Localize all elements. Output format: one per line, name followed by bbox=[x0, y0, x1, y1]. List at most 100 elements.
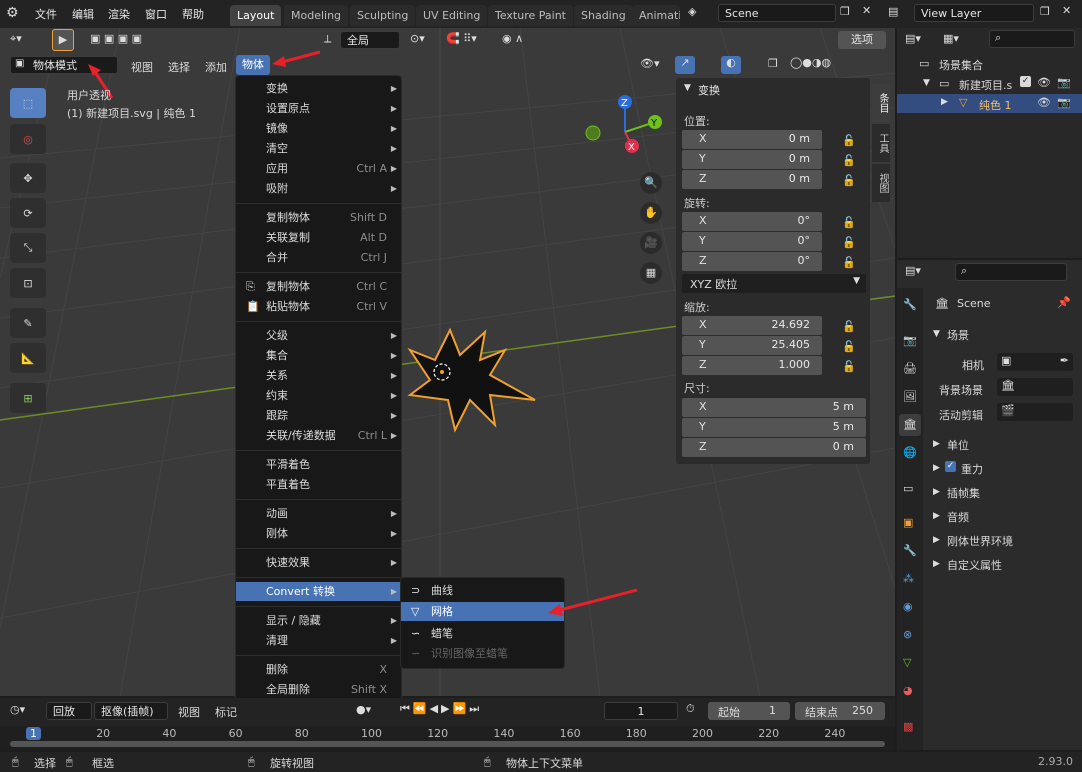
view-layer-icon[interactable]: ▤ bbox=[888, 5, 898, 18]
expand-right-icon[interactable]: ▶ bbox=[933, 535, 940, 545]
tab-sculpting[interactable]: Sculpting bbox=[350, 5, 416, 26]
scene-section-title[interactable]: 场景 bbox=[947, 327, 969, 343]
transform-tool[interactable]: ⊡ bbox=[10, 268, 46, 298]
panel-custom-properties[interactable]: 自定义属性 bbox=[947, 557, 1002, 573]
object-menu-item[interactable]: 集合 ▶ bbox=[236, 346, 401, 365]
visibility-icon[interactable]: 👁▾ bbox=[640, 57, 660, 70]
rotation-z-field[interactable]: Z 0° bbox=[682, 252, 822, 271]
expand-right-icon[interactable]: ▶ bbox=[933, 559, 940, 569]
outliner-editor-icon[interactable]: ▤▾ bbox=[905, 32, 921, 45]
tab-modeling[interactable]: Modeling bbox=[284, 5, 349, 26]
tab-view[interactable]: 视图 bbox=[872, 164, 890, 202]
pan-hand-icon[interactable]: ✋ bbox=[640, 202, 662, 224]
delete-view-layer-icon[interactable]: ✕ bbox=[1062, 4, 1071, 17]
xray-icon[interactable]: ❐ bbox=[768, 57, 778, 70]
menu-select[interactable]: 选择 bbox=[168, 59, 190, 75]
keying-dropdown[interactable]: 抠像(插帧) bbox=[94, 702, 168, 720]
rotation-y-field[interactable]: Y 0° bbox=[682, 232, 822, 251]
timeline-ruler[interactable]: 1 20 40 60 80 100 120 140 160 180 200 220 240 bbox=[0, 726, 895, 750]
modifier-tab-icon[interactable]: 🔧 bbox=[903, 544, 917, 557]
physics-tab-icon[interactable]: ◉ bbox=[903, 600, 913, 613]
new-view-layer-icon[interactable]: ❐ bbox=[1040, 5, 1050, 18]
expand-right-icon[interactable]: ▶ bbox=[941, 97, 948, 107]
overlay-toggle-icon[interactable]: ◐ bbox=[721, 56, 741, 74]
tab-shading[interactable]: Shading bbox=[574, 5, 633, 26]
location-x-field[interactable]: X0 m bbox=[682, 130, 822, 149]
object-menu-item[interactable]: ⎘ 复制物体 Ctrl C bbox=[236, 277, 401, 296]
annotate-tool[interactable]: ✎ bbox=[10, 308, 46, 338]
start-frame-field[interactable]: 起始 1 bbox=[708, 702, 790, 720]
rotation-mode-dropdown[interactable]: XYZ 欧拉 ▼ bbox=[682, 274, 866, 293]
outliner-row-selected[interactable]: ▶ ▽ 纯色 1 👁 📷 bbox=[897, 94, 1082, 113]
timeline-scrollbar[interactable] bbox=[10, 741, 885, 747]
collection-label[interactable]: 新建项目.s bbox=[959, 77, 1012, 93]
object-menu-item[interactable]: 平滑着色 bbox=[236, 455, 401, 474]
lock-location-icons[interactable]: 🔓 🔓 🔓 bbox=[842, 131, 856, 191]
shading-modes-icon[interactable]: ◯●◑◍ bbox=[790, 56, 831, 69]
select-box-tool[interactable]: ⬚ bbox=[10, 88, 46, 118]
background-scene-field[interactable]: 🏛 bbox=[997, 378, 1073, 396]
playback-controls-icon[interactable]: ⏮⏪◀▶⏩⏭ bbox=[400, 702, 482, 716]
menu-object[interactable]: 物体 bbox=[236, 55, 270, 75]
object-menu-item[interactable]: 吸附 ▶ bbox=[236, 179, 401, 198]
end-frame-field[interactable]: 结束点 250 bbox=[795, 702, 885, 720]
checkbox-icon[interactable]: ✓ bbox=[1020, 76, 1031, 87]
expand-arrow-icon[interactable]: ▼ bbox=[923, 78, 930, 88]
tab-layout[interactable]: Layout bbox=[230, 5, 282, 26]
playhead-frame[interactable]: 1 bbox=[26, 727, 41, 740]
camera-icon[interactable]: 📷 bbox=[1057, 96, 1071, 109]
object-menu-item[interactable]: 动画 ▶ bbox=[236, 504, 401, 523]
convert-to-curve[interactable]: ⊃ 曲线 bbox=[401, 581, 564, 600]
world-tab-icon[interactable]: 🌐 bbox=[903, 446, 917, 459]
transform-orientation-dropdown[interactable]: 全局 bbox=[340, 31, 400, 49]
view-layer-tab-icon[interactable]: 🖼 bbox=[903, 390, 917, 403]
camera-icon[interactable]: 📷 bbox=[1057, 76, 1071, 89]
mode-dropdown[interactable]: 物体模式 bbox=[10, 56, 118, 74]
dimension-z-field[interactable]: Z0 m bbox=[682, 438, 866, 457]
object-menu-item[interactable]: 合并 Ctrl J bbox=[236, 248, 401, 267]
collection-tab-icon[interactable]: ▭ bbox=[903, 482, 913, 495]
object-menu-item[interactable]: 清空 ▶ bbox=[236, 139, 401, 158]
cursor-tool[interactable]: ◎ bbox=[10, 124, 46, 154]
panel-gravity[interactable]: 重力 bbox=[961, 461, 983, 477]
rotation-x-field[interactable]: X 0° bbox=[682, 212, 822, 231]
orientation-icon[interactable]: ⟂ bbox=[324, 32, 331, 46]
properties-editor-icon[interactable]: ▤▾ bbox=[905, 264, 921, 277]
current-frame-field[interactable]: 1 bbox=[604, 702, 678, 720]
gravity-checkbox[interactable]: ✓ bbox=[945, 461, 956, 472]
blender-logo-icon[interactable]: ⚙ bbox=[6, 5, 19, 21]
object-menu-item[interactable]: 关联复制 Alt D bbox=[236, 228, 401, 247]
stopwatch-icon[interactable]: ⏱ bbox=[686, 702, 695, 716]
svg-object[interactable] bbox=[390, 320, 550, 440]
menu-view[interactable]: 视图 bbox=[131, 59, 153, 75]
object-menu-item[interactable]: 全局删除 Shift X bbox=[236, 680, 401, 699]
location-z-field[interactable]: Z0 m bbox=[682, 170, 822, 189]
object-menu-item[interactable]: 快速效果 ▶ bbox=[236, 553, 401, 572]
zoom-icon[interactable]: 🔍 bbox=[640, 172, 662, 194]
box-select-modes-icon[interactable]: ▣ ▣ ▣ ▣ bbox=[90, 32, 142, 45]
object-menu-item[interactable]: 约束 ▶ bbox=[236, 386, 401, 405]
move-tool[interactable]: ✥ bbox=[10, 163, 46, 193]
delete-scene-icon[interactable]: ✕ bbox=[862, 4, 871, 17]
object-menu-item[interactable]: 关系 ▶ bbox=[236, 366, 401, 385]
display-mode-icon[interactable]: ▦▾ bbox=[943, 32, 959, 45]
navigation-gizmo[interactable]: Z Y X bbox=[585, 92, 665, 172]
object-menu-item[interactable]: 📋 粘贴物体 Ctrl V bbox=[236, 297, 401, 316]
menu-help[interactable]: 帮助 bbox=[182, 6, 204, 22]
eye-icon[interactable]: 👁 bbox=[1037, 96, 1051, 109]
convert-to-grease-pencil[interactable]: ∽ 蜡笔 bbox=[401, 624, 564, 643]
proportional-edit-icon[interactable]: ◉ ∧ bbox=[502, 32, 523, 45]
scale-tool[interactable]: ⤡ bbox=[10, 233, 46, 263]
timeline-marker-menu[interactable]: 标记 bbox=[215, 704, 237, 720]
playback-dropdown[interactable]: 回放 bbox=[46, 702, 92, 720]
panel-collapse-icon[interactable]: ▼ bbox=[684, 83, 691, 93]
snap-icon[interactable]: 🧲 ⠿▾ bbox=[446, 32, 477, 45]
active-clip-field[interactable]: 🎬 bbox=[997, 403, 1073, 421]
tab-tool[interactable]: 工具 bbox=[872, 124, 890, 162]
eyedropper-icon[interactable]: ✒ bbox=[1060, 354, 1069, 367]
eye-icon[interactable]: 👁 bbox=[1037, 76, 1051, 89]
object-menu-item[interactable]: 显示 / 隐藏 ▶ bbox=[236, 611, 401, 630]
tab-texture-paint[interactable]: Texture Paint bbox=[488, 5, 573, 26]
object-menu-item[interactable]: 关联/传递数据 Ctrl L ▶ bbox=[236, 426, 401, 445]
scale-x-field[interactable]: X 24.692 bbox=[682, 316, 822, 335]
